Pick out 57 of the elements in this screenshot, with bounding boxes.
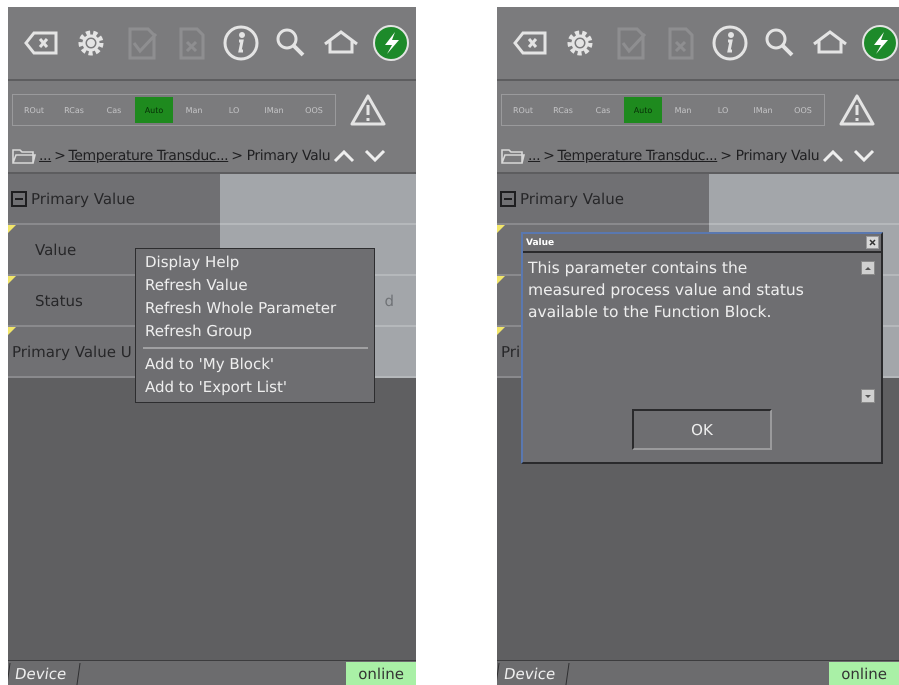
status-indicator: online xyxy=(829,662,899,685)
mode-item[interactable]: LO xyxy=(215,97,253,123)
mode-item[interactable]: Man xyxy=(175,97,213,123)
collapse-icon[interactable] xyxy=(500,190,516,206)
lightning-icon[interactable] xyxy=(372,24,410,62)
warning-icon[interactable] xyxy=(839,93,875,127)
status-indicator: online xyxy=(346,662,416,685)
mode-item[interactable]: RCas xyxy=(544,97,582,123)
warning-icon[interactable] xyxy=(350,93,386,127)
breadcrumb-text: > Primary Valu xyxy=(231,148,330,164)
info-icon[interactable] xyxy=(711,24,749,62)
mode-item[interactable]: ROut xyxy=(504,97,542,123)
mode-item[interactable]: Cas xyxy=(95,97,133,123)
info-icon[interactable] xyxy=(222,24,260,62)
close-icon[interactable] xyxy=(866,236,879,249)
breadcrumb-link[interactable]: Temperature Transduc... xyxy=(558,148,718,164)
tree-label: Primary Value xyxy=(520,190,624,208)
chevron-up-icon[interactable] xyxy=(822,148,844,162)
mode-item[interactable]: ROut xyxy=(15,97,53,123)
mode-item[interactable]: OOS xyxy=(784,97,822,123)
breadcrumb-text: > xyxy=(54,148,66,164)
mode-item[interactable]: OOS xyxy=(295,97,333,123)
tree-label: Value xyxy=(35,240,76,258)
scroll-up-icon[interactable] xyxy=(861,261,875,275)
breadcrumb-link[interactable]: ... xyxy=(528,148,540,164)
device-tab[interactable]: Device xyxy=(8,663,81,685)
mode-item[interactable]: LO xyxy=(704,97,742,123)
tree-label: Status xyxy=(35,292,83,310)
scroll-down-icon[interactable] xyxy=(861,389,875,403)
tree-label: Primary Value xyxy=(31,190,135,208)
mode-item[interactable]: Auto xyxy=(135,97,173,123)
lightning-icon[interactable] xyxy=(861,24,899,62)
chevron-down-icon[interactable] xyxy=(364,148,386,162)
tree-label: Primary Value U xyxy=(12,342,132,360)
tree-label-cell[interactable]: Primary Value xyxy=(8,174,220,225)
breadcrumb-text: > Primary Valu xyxy=(720,148,820,164)
chevron-up-icon[interactable] xyxy=(333,148,356,162)
chevron-down-icon[interactable] xyxy=(853,148,876,162)
folder-icon[interactable] xyxy=(501,146,525,164)
help-text: This parameter contains the measured process value and status available to the Function Block. xyxy=(528,258,805,323)
breadcrumb-text: > xyxy=(543,148,554,164)
menu-item[interactable]: Add to 'Export List' xyxy=(145,376,374,399)
device-tab[interactable]: Device xyxy=(497,663,570,685)
collapse-icon[interactable] xyxy=(11,190,27,206)
mode-item[interactable]: Cas xyxy=(584,97,622,123)
tree-label-cell[interactable]: Primary Value xyxy=(497,174,709,225)
breadcrumb-link[interactable]: ... xyxy=(39,148,52,164)
mode-item[interactable]: Man xyxy=(664,97,702,123)
mode-item[interactable]: IMan xyxy=(744,97,782,123)
mode-item[interactable]: IMan xyxy=(255,97,293,123)
breadcrumb-link[interactable]: Temperature Transduc... xyxy=(68,148,228,164)
folder-icon[interactable] xyxy=(12,146,36,164)
mode-item[interactable]: Auto xyxy=(624,97,662,123)
mode-item[interactable]: RCas xyxy=(55,97,93,123)
tree-label: Pri xyxy=(501,342,520,360)
dialog-title: Value xyxy=(526,238,554,248)
ok-button[interactable]: OK xyxy=(632,409,772,450)
